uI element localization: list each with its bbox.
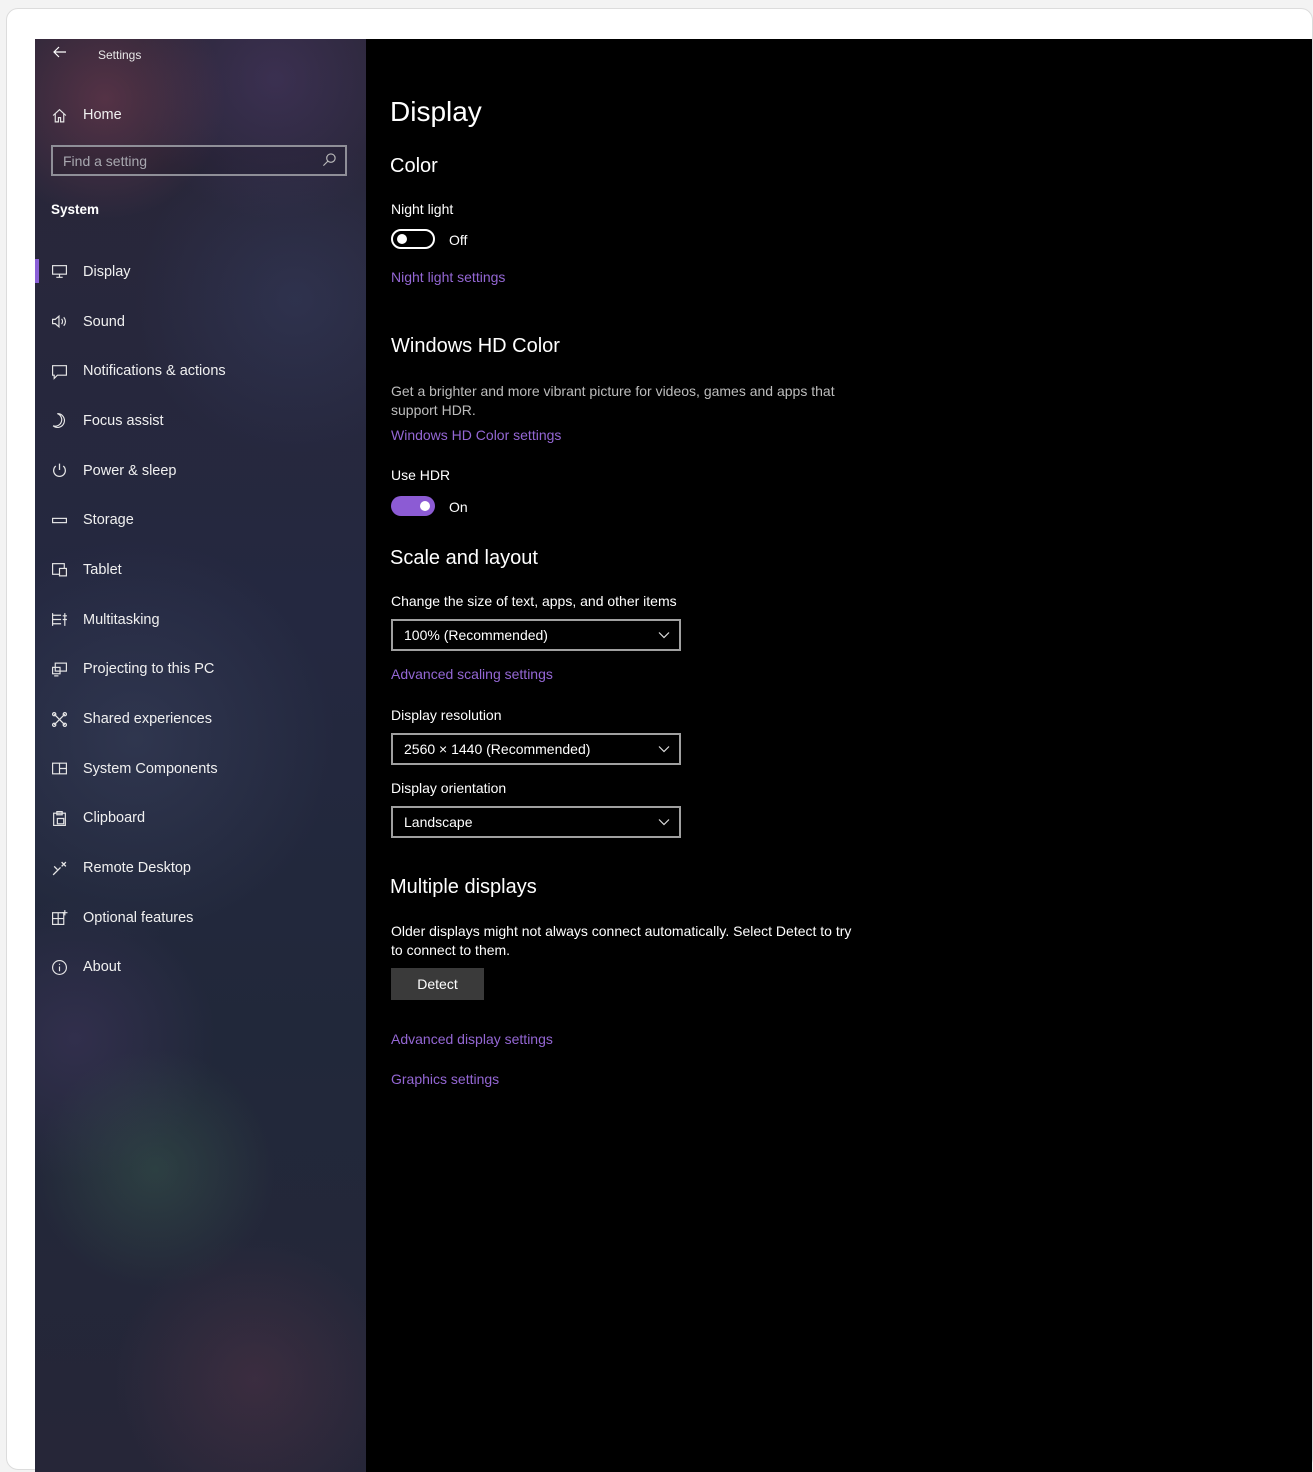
chevron-down-icon (657, 815, 671, 829)
sidebar: Settings Home System (35, 39, 366, 1472)
sidebar-item-tablet[interactable]: Tablet (35, 545, 366, 595)
sidebar-item-display[interactable]: Display (35, 247, 366, 297)
sidebar-item-about[interactable]: About (35, 943, 366, 993)
speaker-icon (35, 313, 83, 330)
dropdown-value: 2560 × 1440 (Recommended) (404, 741, 591, 757)
section-heading-color: Color (390, 155, 438, 177)
multitasking-icon (35, 611, 83, 628)
power-icon (35, 462, 83, 479)
projecting-icon (35, 661, 83, 678)
search-box (51, 145, 347, 176)
shared-icon (35, 711, 83, 728)
clipboard-icon (35, 810, 83, 827)
sidebar-item-label: Power & sleep (83, 462, 177, 479)
sidebar-item-remote-desktop[interactable]: Remote Desktop (35, 843, 366, 893)
settings-window: Settings Home System (35, 39, 1312, 1472)
section-heading-multiple-displays: Multiple displays (390, 876, 537, 898)
detect-button[interactable]: Detect (391, 968, 484, 1000)
chevron-down-icon (657, 628, 671, 642)
screenshot-frame: Settings Home System (6, 8, 1313, 1472)
sidebar-nav: Display Sound Notifications & actions Fo… (35, 247, 366, 992)
search-input[interactable] (53, 147, 333, 174)
night-light-state: Off (449, 232, 468, 248)
sidebar-item-label: Projecting to this PC (83, 661, 215, 678)
resolution-label: Display resolution (391, 707, 502, 723)
sidebar-item-notifications[interactable]: Notifications & actions (35, 346, 366, 396)
night-light-settings-link[interactable]: Night light settings (391, 269, 505, 285)
sidebar-item-label: Storage (83, 512, 134, 529)
storage-icon (35, 512, 83, 529)
sidebar-item-system-components[interactable]: System Components (35, 744, 366, 794)
main-content: Display Color Night light Off Night ligh… (390, 39, 1312, 1472)
monitor-icon (35, 263, 83, 280)
sidebar-item-label: Optional features (83, 909, 194, 926)
sidebar-item-label: Remote Desktop (83, 860, 191, 877)
advanced-display-settings-link[interactable]: Advanced display settings (391, 1031, 553, 1047)
use-hdr-label: Use HDR (391, 467, 451, 483)
dropdown-value: Landscape (404, 814, 473, 830)
app-title: Settings (98, 48, 142, 62)
title-bar: Settings (35, 39, 366, 71)
sidebar-item-label: Clipboard (83, 810, 146, 827)
sidebar-item-sound[interactable]: Sound (35, 297, 366, 347)
sidebar-item-storage[interactable]: Storage (35, 495, 366, 545)
sidebar-item-label: Notifications & actions (83, 363, 226, 380)
toggle-knob (420, 501, 430, 511)
info-icon (35, 959, 83, 976)
sidebar-item-label: System Components (83, 760, 218, 777)
sidebar-item-label: About (83, 959, 121, 976)
chevron-down-icon (657, 742, 671, 756)
home-icon (35, 107, 83, 124)
resolution-dropdown[interactable]: 2560 × 1440 (Recommended) (391, 733, 681, 765)
night-light-toggle[interactable] (391, 229, 435, 249)
scale-size-label: Change the size of text, apps, and other… (391, 593, 677, 609)
multiple-displays-description: Older displays might not always connect … (391, 923, 852, 958)
components-icon (35, 760, 83, 777)
features-icon (35, 909, 83, 926)
sidebar-item-shared-experiences[interactable]: Shared experiences (35, 694, 366, 744)
night-light-label: Night light (391, 201, 454, 217)
sidebar-item-focus-assist[interactable]: Focus assist (35, 396, 366, 446)
sidebar-item-label: Home (83, 107, 122, 123)
hd-color-settings-link[interactable]: Windows HD Color settings (391, 427, 561, 443)
search-icon[interactable] (322, 152, 338, 168)
scale-dropdown[interactable]: 100% (Recommended) (391, 619, 681, 651)
page-title: Display (390, 96, 482, 127)
message-icon (35, 363, 83, 380)
sidebar-item-projecting[interactable]: Projecting to this PC (35, 645, 366, 695)
sidebar-item-label: Sound (83, 313, 125, 330)
orientation-label: Display orientation (391, 780, 507, 796)
section-heading-scale-layout: Scale and layout (390, 547, 538, 569)
sidebar-item-clipboard[interactable]: Clipboard (35, 794, 366, 844)
sidebar-item-label: Display (83, 263, 131, 280)
sidebar-item-home[interactable]: Home (35, 97, 366, 133)
sidebar-item-power-sleep[interactable]: Power & sleep (35, 446, 366, 496)
tablet-icon (35, 561, 83, 578)
sidebar-item-optional-features[interactable]: Optional features (35, 893, 366, 943)
advanced-scaling-link[interactable]: Advanced scaling settings (391, 666, 553, 682)
toggle-knob (397, 234, 407, 244)
graphics-settings-link[interactable]: Graphics settings (391, 1071, 499, 1087)
hd-color-description: Get a brighter and more vibrant picture … (391, 383, 835, 418)
use-hdr-state: On (449, 499, 468, 515)
moon-icon (35, 412, 83, 429)
back-arrow-icon[interactable] (49, 44, 71, 66)
use-hdr-toggle[interactable] (391, 496, 435, 516)
sidebar-item-label: Shared experiences (83, 711, 212, 728)
dropdown-value: 100% (Recommended) (404, 627, 548, 643)
sidebar-item-label: Focus assist (83, 412, 164, 429)
sidebar-item-label: Tablet (83, 561, 122, 578)
section-heading-hd-color: Windows HD Color (391, 335, 560, 357)
section-header: System (51, 202, 100, 217)
sidebar-item-label: Multitasking (83, 611, 160, 628)
orientation-dropdown[interactable]: Landscape (391, 806, 681, 838)
sidebar-item-multitasking[interactable]: Multitasking (35, 595, 366, 645)
remote-icon (35, 860, 83, 877)
